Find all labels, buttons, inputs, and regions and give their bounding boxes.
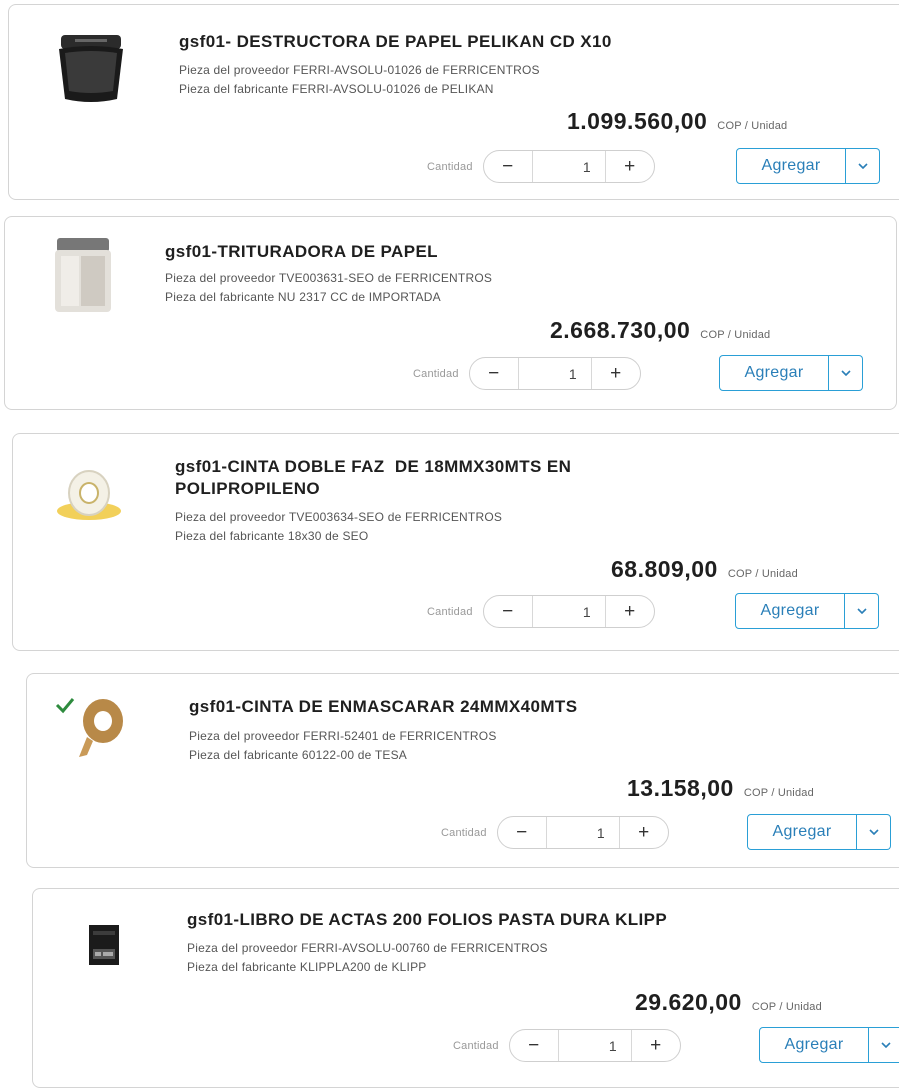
product-card: gsf01-TRITURADORA DE PAPEL Pieza del pro… xyxy=(4,216,897,410)
maker-part: Pieza del fabricante 18x30 de SEO xyxy=(175,529,369,543)
quantity-input[interactable] xyxy=(518,358,591,389)
masking-tape-image xyxy=(51,692,141,764)
product-card: gsf01- DESTRUCTORA DE PAPEL PELIKAN CD X… xyxy=(8,4,899,200)
chevron-down-icon xyxy=(880,1042,891,1048)
unit-label: COP / Unidad xyxy=(751,1001,822,1013)
price: 29.620,00 xyxy=(635,989,742,1015)
add-options-button[interactable] xyxy=(857,814,891,850)
decrement-button[interactable]: − xyxy=(484,151,533,182)
quantity-row: Cantidad − + xyxy=(453,1029,681,1062)
quantity-row: Cantidad − + xyxy=(441,816,669,849)
product-title[interactable]: gsf01-LIBRO DE ACTAS 200 FOLIOS PASTA DU… xyxy=(187,909,887,931)
unit-label: COP / Unidad xyxy=(743,787,814,799)
quantity-label: Cantidad xyxy=(427,160,473,173)
unit-label: COP / Unidad xyxy=(727,568,798,580)
quantity-input[interactable] xyxy=(558,1030,631,1061)
price-row: 68.809,00 COP / Unidad xyxy=(611,556,798,583)
add-button[interactable]: Agregar xyxy=(735,593,845,629)
quantity-label: Cantidad xyxy=(441,826,487,839)
product-title[interactable]: gsf01-CINTA DOBLE FAZ DE 18MMX30MTS EN P… xyxy=(175,456,875,500)
price-row: 29.620,00 COP / Unidad xyxy=(635,989,822,1016)
price: 1.099.560,00 xyxy=(567,108,708,134)
quantity-stepper: − + xyxy=(482,595,655,628)
product-card: gsf01-LIBRO DE ACTAS 200 FOLIOS PASTA DU… xyxy=(32,888,899,1088)
price-row: 2.668.730,00 COP / Unidad xyxy=(550,317,770,344)
unit-label: COP / Unidad xyxy=(700,329,771,341)
quantity-label: Cantidad xyxy=(427,605,473,618)
quantity-input[interactable] xyxy=(532,596,605,627)
maker-part: Pieza del fabricante KLIPPLA200 de KLIPP xyxy=(187,960,427,974)
shredder-image xyxy=(43,235,123,317)
supplier-part: Pieza del proveedor FERRI-AVSOLU-00760 d… xyxy=(187,941,548,955)
product-card: gsf01-CINTA DE ENMASCARAR 24MMX40MTS Pie… xyxy=(26,673,899,868)
chevron-down-icon xyxy=(868,829,879,835)
maker-part: Pieza del fabricante NU 2317 CC de IMPOR… xyxy=(165,290,441,304)
quantity-row: Cantidad − + xyxy=(413,357,641,390)
supplier-part: Pieza del proveedor FERRI-AVSOLU-01026 d… xyxy=(179,63,540,77)
price: 68.809,00 xyxy=(611,556,718,582)
paper-shredder-image xyxy=(47,29,135,109)
quantity-stepper: − + xyxy=(508,1029,681,1062)
quantity-row: Cantidad − + xyxy=(427,150,655,183)
decrement-button[interactable]: − xyxy=(484,596,533,627)
add-options-button[interactable] xyxy=(829,355,863,391)
increment-button[interactable]: + xyxy=(604,151,654,182)
quantity-label: Cantidad xyxy=(413,367,459,380)
supplier-part: Pieza del proveedor TVE003631-SEO de FER… xyxy=(165,271,493,285)
add-button-group: Agregar xyxy=(759,1027,899,1063)
increment-button[interactable]: + xyxy=(604,596,654,627)
quantity-stepper: − + xyxy=(482,150,655,183)
supplier-part: Pieza del proveedor TVE003634-SEO de FER… xyxy=(175,510,503,524)
price: 2.668.730,00 xyxy=(550,317,691,343)
add-button[interactable]: Agregar xyxy=(736,148,846,184)
add-button-group: Agregar xyxy=(747,814,891,850)
add-button[interactable]: Agregar xyxy=(759,1027,869,1063)
chevron-down-icon xyxy=(857,163,868,169)
double-sided-tape-image xyxy=(53,464,125,524)
price-row: 1.099.560,00 COP / Unidad xyxy=(567,108,787,135)
add-button[interactable]: Agregar xyxy=(719,355,829,391)
increment-button[interactable]: + xyxy=(618,817,668,848)
maker-part: Pieza del fabricante 60122-00 de TESA xyxy=(189,748,407,762)
chevron-down-icon xyxy=(840,370,851,376)
quantity-stepper: − + xyxy=(496,816,669,849)
quantity-input[interactable] xyxy=(532,151,605,182)
quantity-row: Cantidad − + xyxy=(427,595,655,628)
add-button[interactable]: Agregar xyxy=(747,814,857,850)
product-card: gsf01-CINTA DOBLE FAZ DE 18MMX30MTS EN P… xyxy=(12,433,899,651)
add-options-button[interactable] xyxy=(869,1027,899,1063)
price: 13.158,00 xyxy=(627,775,734,801)
chevron-down-icon xyxy=(856,608,867,614)
increment-button[interactable]: + xyxy=(630,1030,680,1061)
decrement-button[interactable]: − xyxy=(470,358,519,389)
increment-button[interactable]: + xyxy=(590,358,640,389)
unit-label: COP / Unidad xyxy=(717,120,788,132)
decrement-button[interactable]: − xyxy=(510,1030,559,1061)
quantity-label: Cantidad xyxy=(453,1039,499,1052)
add-button-group: Agregar xyxy=(736,148,880,184)
price-row: 13.158,00 COP / Unidad xyxy=(627,775,814,802)
maker-part: Pieza del fabricante FERRI-AVSOLU-01026 … xyxy=(179,82,494,96)
supplier-part: Pieza del proveedor FERRI-52401 de FERRI… xyxy=(189,729,497,743)
add-button-group: Agregar xyxy=(735,593,879,629)
quantity-input[interactable] xyxy=(546,817,619,848)
quantity-stepper: − + xyxy=(468,357,641,390)
product-title[interactable]: gsf01-CINTA DE ENMASCARAR 24MMX40MTS xyxy=(189,696,889,718)
add-button-group: Agregar xyxy=(719,355,863,391)
add-options-button[interactable] xyxy=(845,593,879,629)
decrement-button[interactable]: − xyxy=(498,817,547,848)
product-title[interactable]: gsf01- DESTRUCTORA DE PAPEL PELIKAN CD X… xyxy=(179,31,879,53)
product-title[interactable]: gsf01-TRITURADORA DE PAPEL xyxy=(165,241,865,263)
add-options-button[interactable] xyxy=(846,148,880,184)
minutes-book-image xyxy=(81,919,127,971)
